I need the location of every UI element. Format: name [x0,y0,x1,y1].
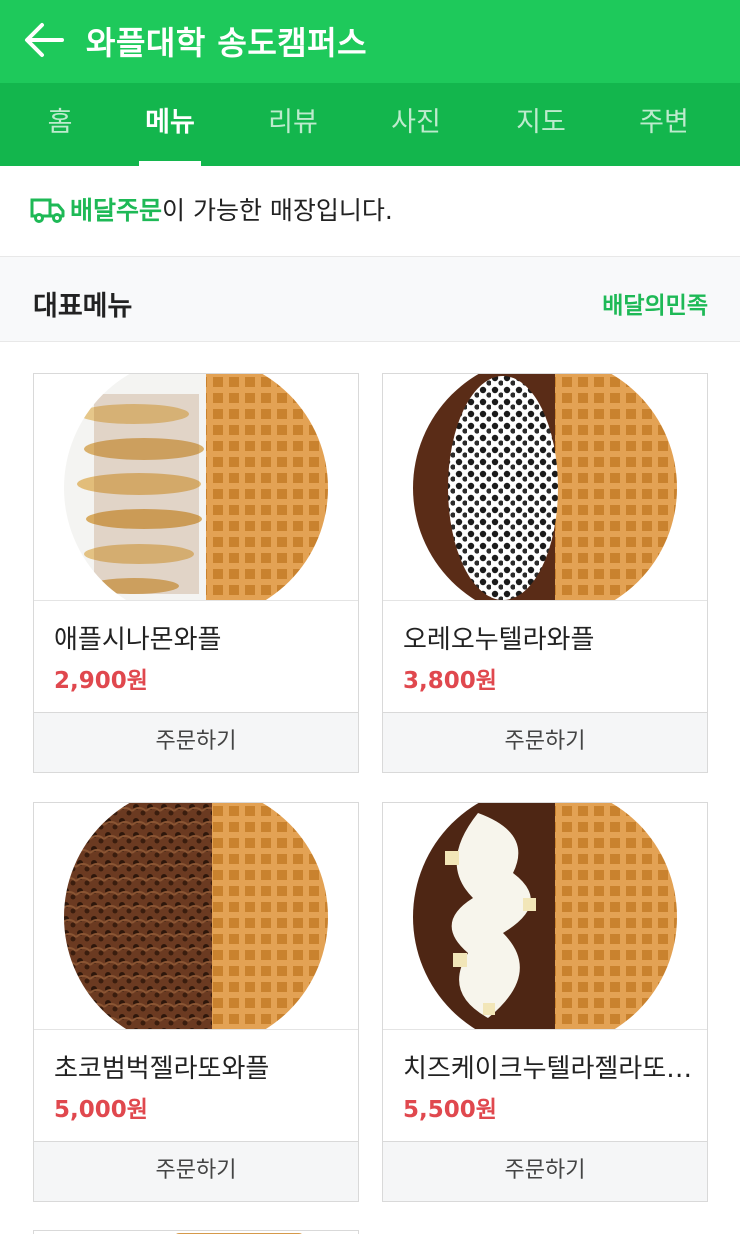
page-title: 와플대학 송도캠퍼스 [86,24,368,62]
signature-menu-header: 대표메뉴 배달의민족 [0,256,740,342]
order-button[interactable]: 주문하기 [383,712,707,772]
menu-photo-choco-gelato [34,803,358,1030]
app-header: 와플대학 송도캠퍼스 [0,0,740,83]
menu-photo-oreo-nutella [383,374,707,601]
menu-photo-cheesecake-nutella [383,803,707,1030]
arrow-left-icon[interactable] [22,20,66,60]
tab-home[interactable]: 홈 [0,83,120,166]
menu-name: 애플시나몬와플 [54,625,222,655]
delivery-notice-rest: 이 가능한 매장입니다. [162,196,393,225]
menu-price: 2,900원 [54,668,148,694]
tab-nearby[interactable]: 주변 [604,83,724,166]
tab-reviews[interactable]: 리뷰 [233,83,353,166]
menu-name: 치즈케이크누텔라젤라또와플 [403,1054,693,1084]
menu-photo-apple-cinnamon [34,374,358,601]
order-button[interactable]: 주문하기 [34,712,358,772]
menu-card-next-peek [33,1230,359,1234]
tab-map[interactable]: 지도 [481,83,601,166]
menu-card[interactable]: 오레오누텔라와플 3,800원 주문하기 [382,373,708,773]
order-button[interactable]: 주문하기 [34,1141,358,1201]
baemin-link[interactable]: 배달의민족 [602,286,708,320]
delivery-truck-icon [30,198,65,223]
section-title: 대표메뉴 [33,291,133,322]
menu-price: 5,000원 [54,1097,148,1123]
delivery-order-highlight: 배달주문 [70,196,163,225]
menu-card[interactable]: 치즈케이크누텔라젤라또와플 5,500원 주문하기 [382,802,708,1202]
menu-price: 3,800원 [403,668,497,694]
order-button[interactable]: 주문하기 [383,1141,707,1201]
delivery-notice-text: 배달주문이 가능한 매장입니다. [70,191,393,227]
menu-card[interactable]: 초코범벅젤라또와플 5,000원 주문하기 [33,802,359,1202]
tab-menu[interactable]: 메뉴 [110,83,230,166]
delivery-notice: 배달주문이 가능한 매장입니다. [0,166,740,256]
menu-name: 초코범벅젤라또와플 [54,1054,270,1084]
menu-name: 오레오누텔라와플 [403,625,595,655]
menu-card[interactable]: 애플시나몬와플 2,900원 주문하기 [33,373,359,773]
menu-price: 5,500원 [403,1097,497,1123]
tab-bar: 홈 메뉴 리뷰 사진 지도 주변 [0,83,740,166]
tab-photos[interactable]: 사진 [356,83,476,166]
